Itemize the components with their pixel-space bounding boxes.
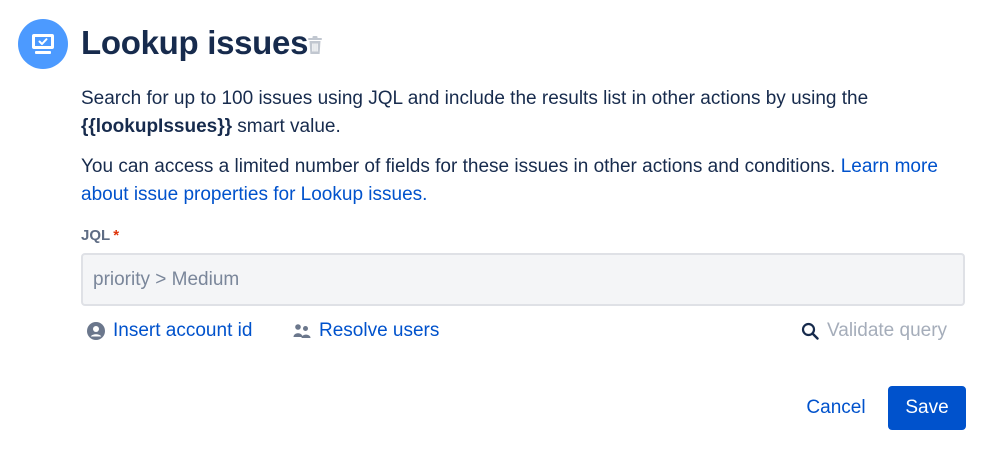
insert-account-id-label: Insert account id — [113, 320, 253, 341]
resolve-users-button[interactable]: Resolve users — [293, 318, 439, 344]
description-paragraph: Search for up to 100 issues using JQL an… — [81, 85, 961, 141]
cancel-button[interactable]: Cancel — [795, 386, 877, 430]
page-title: Lookup issues — [81, 24, 309, 61]
validate-query-button[interactable]: Validate query — [801, 318, 947, 344]
fields-text: You can access a limited number of field… — [81, 156, 841, 177]
delete-action-button[interactable] — [305, 34, 325, 56]
monitor-check-icon — [32, 34, 54, 54]
trash-icon — [308, 35, 322, 54]
save-button[interactable]: Save — [888, 386, 966, 430]
description-suffix: smart value. — [232, 116, 341, 137]
jql-label: JQL * — [81, 227, 119, 245]
search-icon — [801, 322, 819, 340]
jql-label-text: JQL — [81, 227, 111, 244]
lookup-issues-icon — [18, 19, 68, 69]
required-marker: * — [113, 227, 120, 244]
jql-input[interactable] — [81, 253, 965, 306]
description-text: Search for up to 100 issues using JQL an… — [81, 88, 869, 109]
people-icon — [293, 323, 311, 339]
fields-paragraph: You can access a limited number of field… — [81, 153, 961, 209]
validate-query-label: Validate query — [827, 320, 948, 341]
smart-value: {{lookupIssues}} — [81, 116, 232, 137]
insert-account-id-button[interactable]: Insert account id — [87, 318, 252, 344]
user-circle-icon — [87, 322, 105, 340]
resolve-users-label: Resolve users — [319, 320, 440, 341]
